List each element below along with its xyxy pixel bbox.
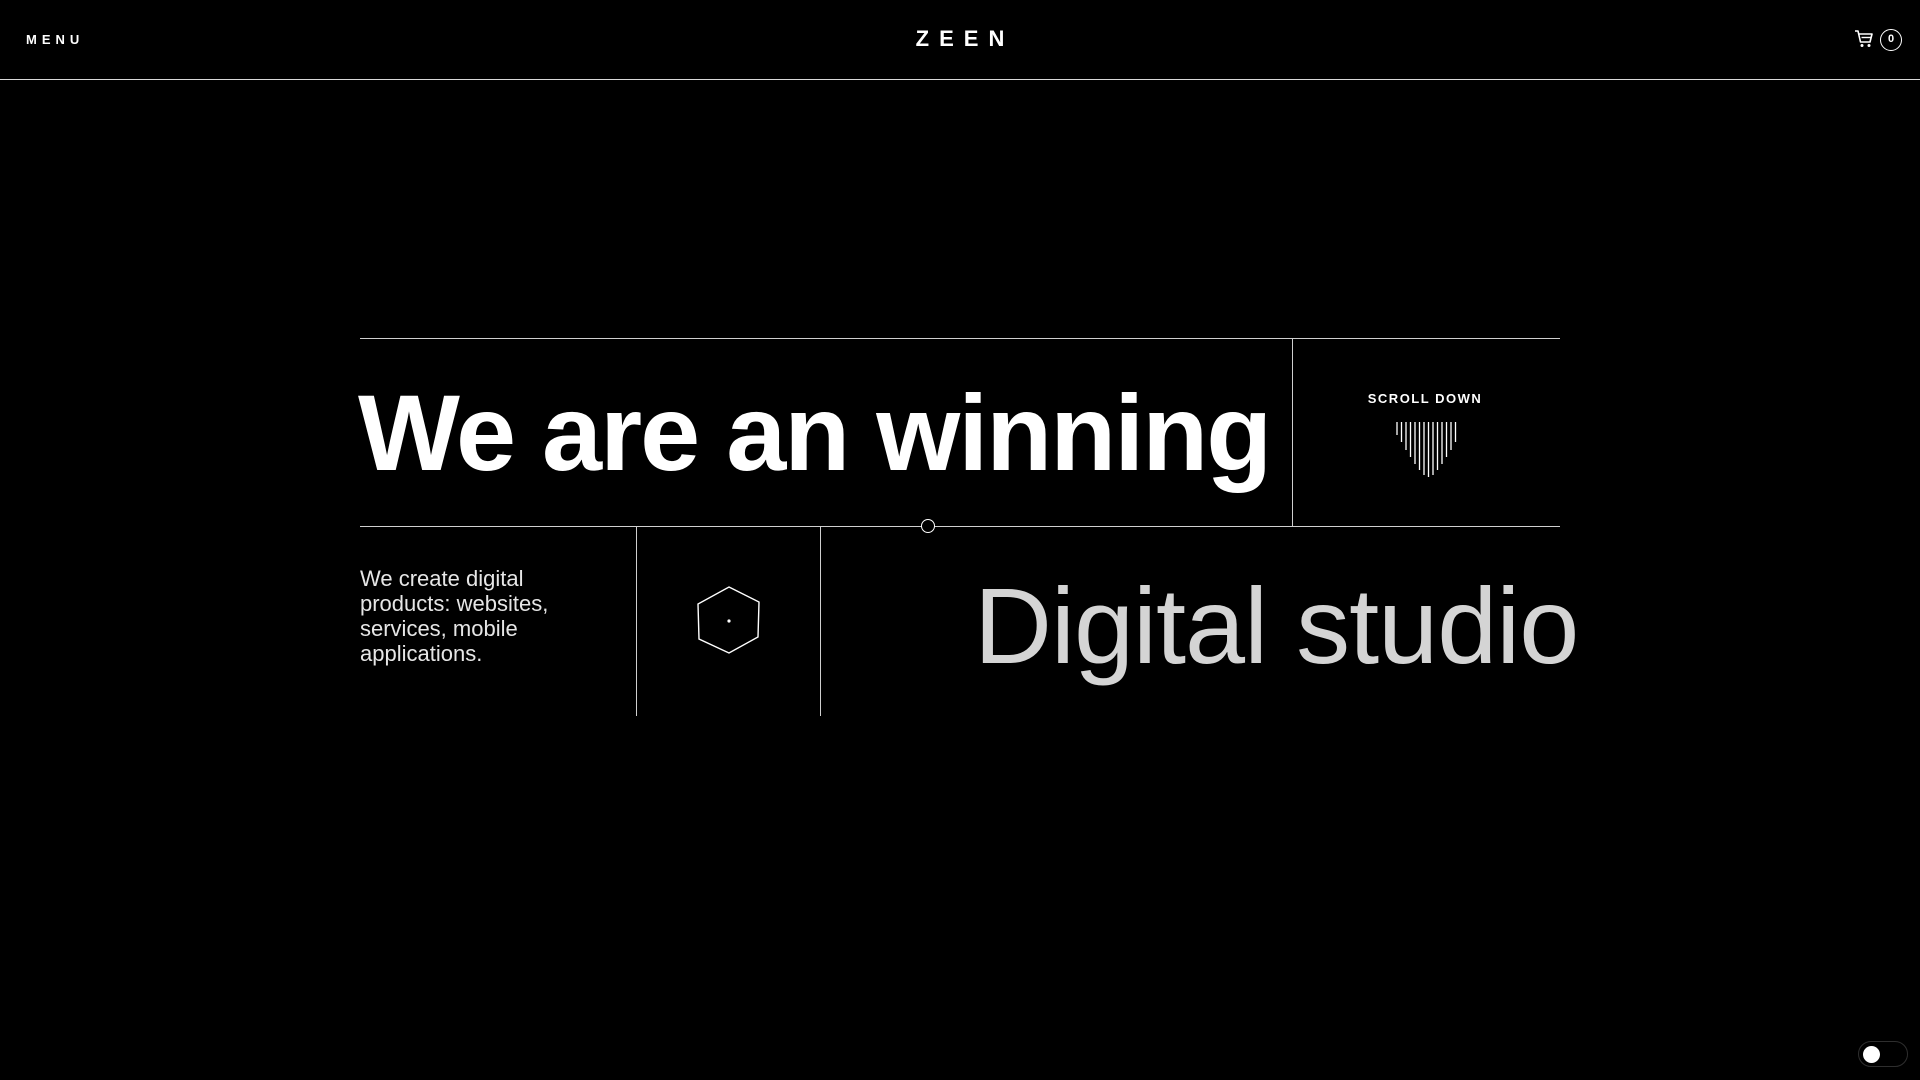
hero-divider-hexagon bbox=[820, 526, 821, 716]
cart-count-badge: 0 bbox=[1880, 29, 1902, 51]
hexagon-icon bbox=[697, 586, 760, 654]
cart-icon bbox=[1855, 30, 1873, 47]
hero-middle-rule bbox=[360, 526, 1560, 527]
scroll-down-button[interactable]: SCROLL DOWN bbox=[1292, 338, 1558, 526]
node-circle-marker bbox=[921, 519, 935, 533]
hero-headline: We are an winning bbox=[358, 372, 1272, 493]
hero-subheadline: Digital studio bbox=[974, 565, 1579, 686]
scroll-down-arrows-icon bbox=[1396, 422, 1457, 477]
scroll-down-label: SCROLL DOWN bbox=[1367, 391, 1483, 406]
site-header: MENU ZEEN 0 bbox=[0, 0, 1920, 80]
hero-tagline: We create digital products: websites, se… bbox=[360, 566, 549, 666]
cart-button[interactable]: 0 bbox=[1854, 28, 1904, 52]
theme-toggle[interactable] bbox=[1858, 1041, 1908, 1067]
site-logo[interactable]: ZEEN bbox=[0, 26, 1920, 52]
hero-divider-tagline bbox=[636, 526, 637, 716]
theme-toggle-knob bbox=[1863, 1046, 1880, 1063]
